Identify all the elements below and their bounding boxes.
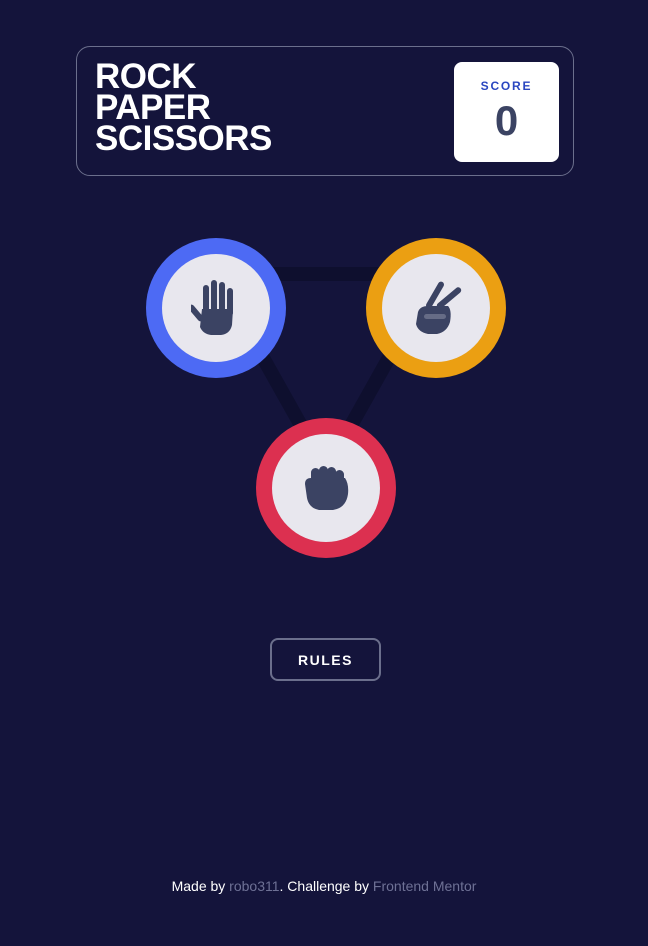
score-box: SCORE 0 xyxy=(454,62,559,162)
open-hand-icon xyxy=(191,280,233,335)
paper-button-face xyxy=(162,254,270,362)
made-by-text: Made by xyxy=(171,878,230,894)
author-link[interactable]: robo311 xyxy=(229,878,279,894)
fist-icon xyxy=(305,466,349,510)
score-label: SCORE xyxy=(480,79,533,93)
title-line-scissors: SCISSORS xyxy=(95,119,272,158)
scissors-button[interactable] xyxy=(366,238,506,378)
challenge-by-text: . Challenge by xyxy=(279,878,373,894)
attribution-footer: Made by robo311. Challenge by Frontend M… xyxy=(0,878,648,894)
game-header: ROCK PAPER SCISSORS SCORE 0 xyxy=(76,46,574,176)
rock-button-face xyxy=(272,434,380,542)
rock-button[interactable] xyxy=(256,418,396,558)
scissors-button-face xyxy=(382,254,490,362)
peace-hand-icon xyxy=(416,281,462,334)
frontend-mentor-link[interactable]: Frontend Mentor xyxy=(373,878,477,894)
score-value: 0 xyxy=(494,97,519,144)
paper-button[interactable] xyxy=(146,238,286,378)
game-title: ROCK PAPER SCISSORS xyxy=(95,59,272,158)
rules-button[interactable]: RULES xyxy=(270,638,381,681)
